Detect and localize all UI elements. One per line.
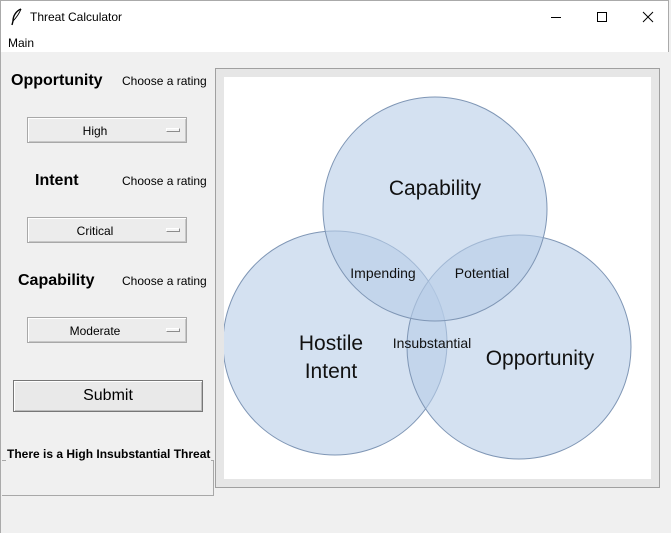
window-title: Threat Calculator	[30, 10, 123, 24]
title-bar[interactable]: Threat Calculator	[0, 0, 669, 32]
intent-label: Intent	[35, 172, 79, 189]
close-icon	[642, 11, 654, 23]
menu-item-main[interactable]: Main	[8, 36, 34, 50]
capability-circle	[322, 96, 548, 322]
hostile-region-label: Hostile	[299, 332, 363, 355]
dropdown-indicator-icon	[166, 228, 180, 232]
result-frame	[2, 460, 214, 496]
close-button[interactable]	[625, 1, 671, 33]
dropdown-indicator-icon	[166, 328, 180, 332]
minimize-icon	[551, 17, 561, 18]
result-text: There is a High Insubstantial Threat	[6, 447, 212, 461]
feather-icon	[11, 8, 22, 26]
insubstantial-region-label: Insubstantial	[393, 335, 472, 351]
minimize-button[interactable]	[533, 1, 579, 33]
capability-label: Capability	[18, 272, 95, 289]
opportunity-label: Opportunity	[11, 72, 103, 89]
main-panel: Opportunity Choose a rating High Intent …	[0, 52, 669, 533]
intent-region-label: Intent	[305, 360, 358, 383]
maximize-icon	[597, 12, 607, 22]
impending-region-label: Impending	[350, 265, 415, 281]
opportunity-value: High	[82, 124, 108, 138]
venn-diagram: Capability Hostile Intent Opportunity Im…	[224, 77, 651, 479]
intent-hint: Choose a rating	[122, 174, 207, 188]
opportunity-hint: Choose a rating	[122, 74, 207, 88]
menu-bar: Main	[0, 32, 669, 52]
opportunity-dropdown[interactable]: High	[27, 117, 187, 143]
potential-region-label: Potential	[455, 265, 509, 281]
submit-button[interactable]: Submit	[13, 380, 203, 412]
capability-region-label: Capability	[389, 177, 482, 200]
capability-hint: Choose a rating	[122, 274, 207, 288]
maximize-button[interactable]	[579, 1, 625, 33]
opportunity-region-label: Opportunity	[486, 347, 595, 370]
dropdown-indicator-icon	[166, 128, 180, 132]
intent-value: Critical	[76, 224, 114, 238]
capability-dropdown[interactable]: Moderate	[27, 317, 187, 343]
intent-dropdown[interactable]: Critical	[27, 217, 187, 243]
capability-value: Moderate	[69, 324, 121, 338]
venn-canvas-frame: Capability Hostile Intent Opportunity Im…	[215, 68, 660, 488]
